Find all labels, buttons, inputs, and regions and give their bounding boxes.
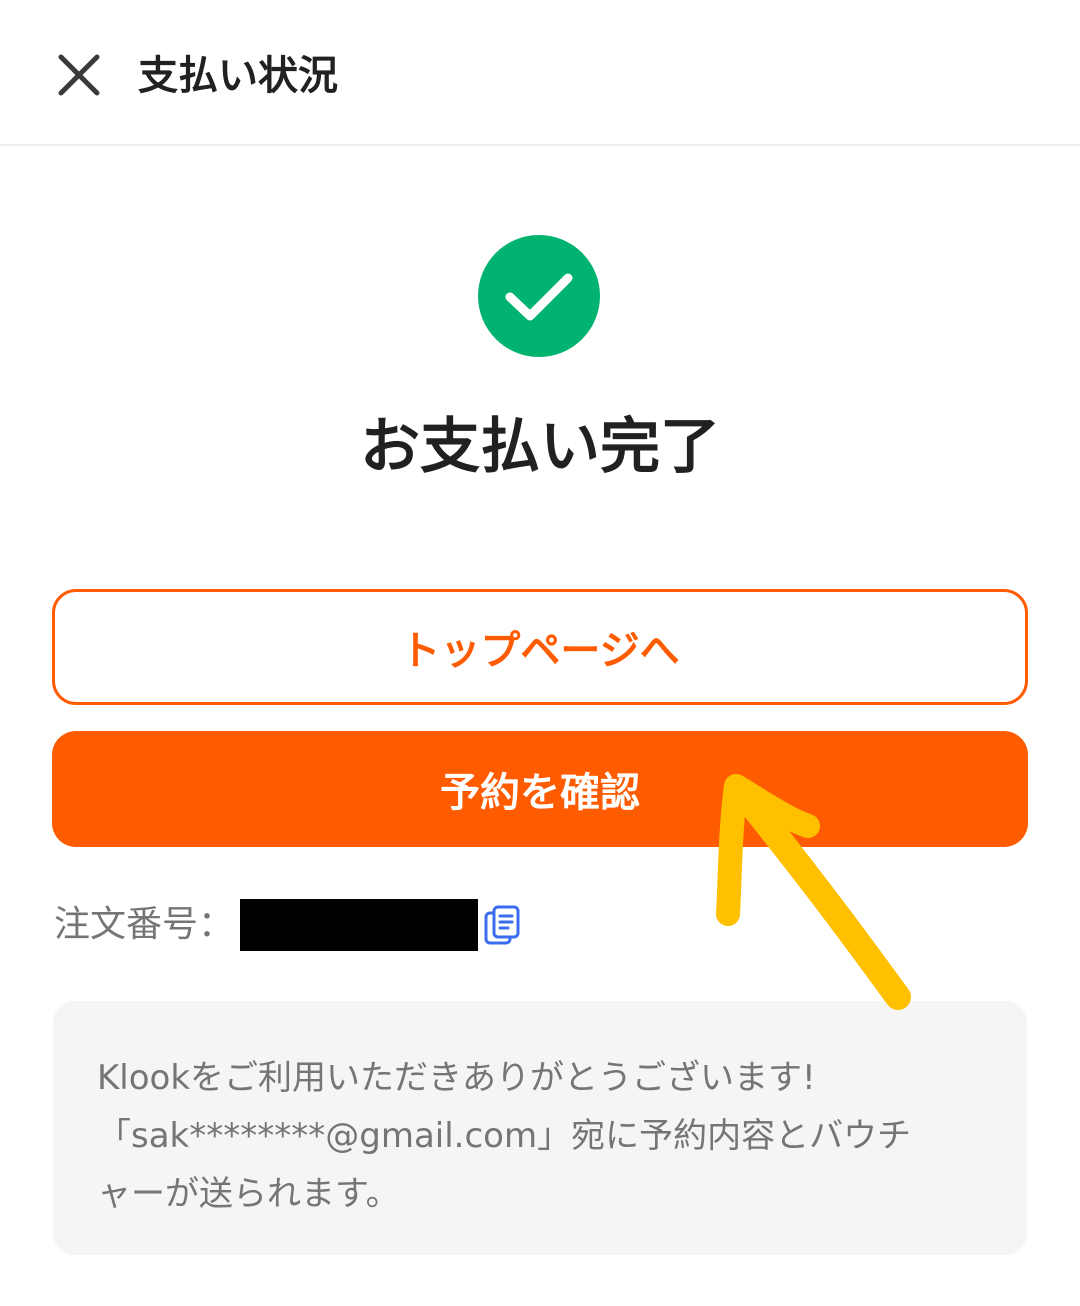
info-message: Klookをご利用いただきありがとうございます! 「sak********@gm… [97, 1058, 912, 1214]
confirm-reservation-button[interactable]: 予約を確認 [52, 731, 1028, 847]
check-circle-icon [478, 235, 600, 357]
payment-complete-heading: お支払い完了 [360, 412, 720, 482]
confirm-reservation-button-label: 予約を確認 [440, 770, 640, 816]
header-bar: 支払い状況 [0, 0, 1080, 146]
order-number-label: 注文番号： [54, 904, 235, 945]
payment-status-screen: 支払い状況 お支払い完了 トップページへ 予約を確認 注文番号： Klookをご… [0, 0, 1080, 1306]
info-message-box: Klookをご利用いただきありがとうございます! 「sak********@gm… [53, 1001, 1027, 1255]
close-button[interactable] [52, 48, 106, 102]
order-number-redacted [240, 899, 479, 951]
top-page-button[interactable]: トップページへ [52, 589, 1028, 705]
close-icon [58, 54, 100, 96]
copy-icon[interactable] [484, 905, 520, 945]
order-number-row: 注文番号： [54, 898, 520, 952]
top-page-button-label: トップページへ [400, 628, 680, 674]
page-title: 支払い状況 [138, 53, 338, 99]
